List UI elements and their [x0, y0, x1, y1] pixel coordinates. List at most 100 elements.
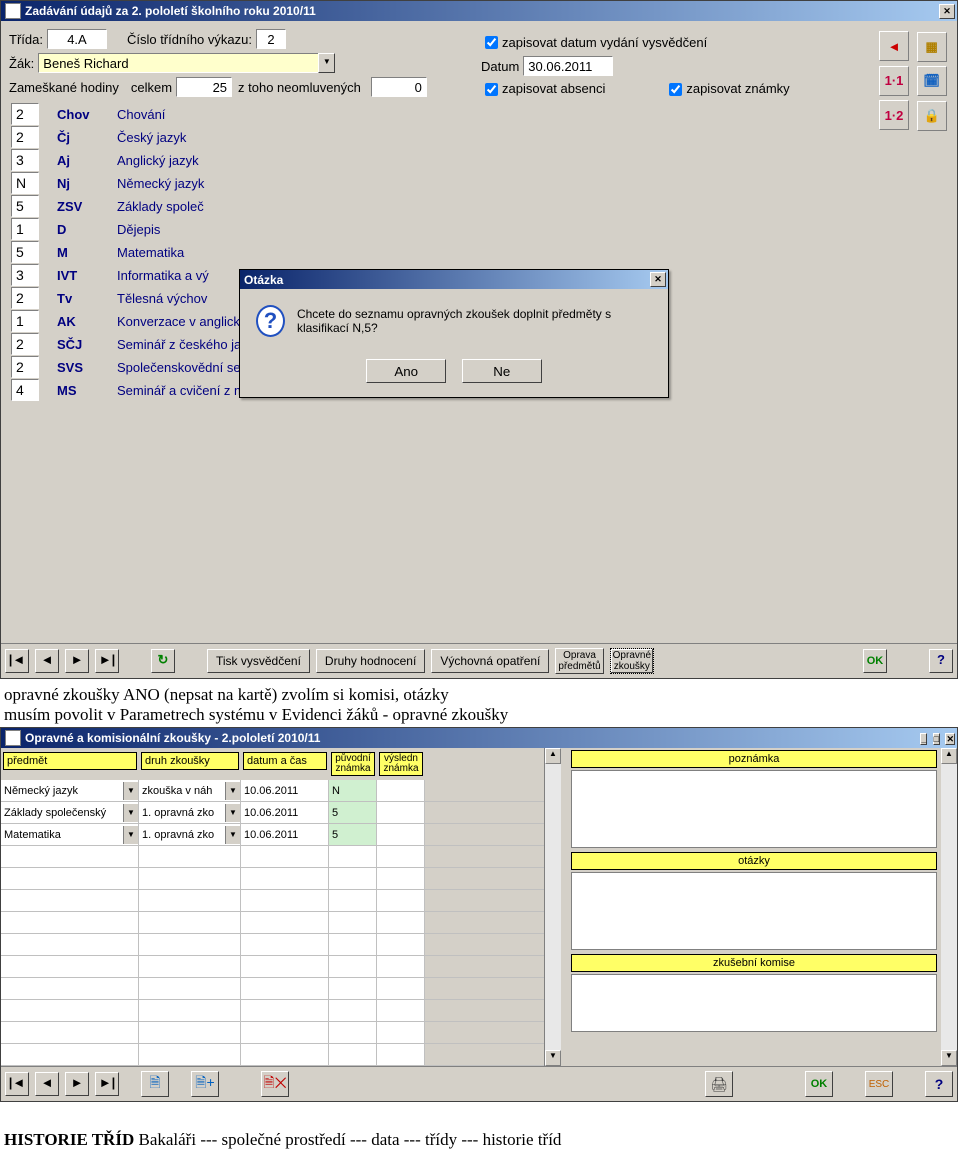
close-icon[interactable]: ✕ — [939, 4, 955, 19]
grade-input[interactable] — [11, 126, 39, 148]
educational-measures-button[interactable]: Výchovná opatření — [431, 649, 549, 673]
subject-name: Německý jazyk — [117, 176, 204, 191]
grade-input[interactable] — [11, 264, 39, 286]
chevron-down-icon[interactable]: ▼ — [123, 782, 138, 800]
nav-next-icon[interactable]: ► — [65, 649, 89, 673]
subject-code: Čj — [57, 130, 117, 145]
absence-unexcused-field[interactable] — [371, 77, 427, 97]
no-button[interactable]: Ne — [462, 359, 542, 383]
correction-exams-button[interactable]: Opravné zkoušky — [610, 648, 654, 674]
chevron-down-icon[interactable]: ▼ — [225, 782, 240, 800]
grade-input[interactable] — [11, 241, 39, 263]
scrollbar[interactable]: ▲ ▼ — [545, 748, 561, 1066]
mode-12-button[interactable]: 1·2 — [879, 100, 909, 130]
minimize-icon[interactable]: _ — [920, 733, 927, 745]
esc-button[interactable]: ESC — [865, 1071, 893, 1097]
tool-a-icon[interactable]: 🗎 — [141, 1071, 169, 1097]
subject-code: Tv — [57, 291, 117, 306]
original-grade-cell: 5 — [329, 824, 377, 845]
absence-total-field[interactable] — [176, 77, 232, 97]
subject-combo[interactable]: Matematika▼ — [1, 826, 138, 844]
subject-name: Informatika a vý — [117, 268, 209, 283]
write-date-label: zapisovat datum vydání vysvědčení — [502, 35, 707, 50]
chevron-down-icon[interactable]: ▼ — [225, 804, 240, 822]
subject-code: M — [57, 245, 117, 260]
ok-button[interactable]: OK — [863, 649, 887, 673]
write-absence-checkbox[interactable] — [485, 83, 498, 96]
refresh-icon[interactable]: ↻ — [151, 649, 175, 673]
grade-input[interactable] — [11, 287, 39, 309]
scroll-up-icon[interactable]: ▲ — [941, 748, 957, 764]
questions-area[interactable] — [571, 872, 937, 950]
nav-first-icon[interactable]: |◄ — [5, 649, 29, 673]
print-report-button[interactable]: Tisk vysvědčení — [207, 649, 310, 673]
nav-prev-icon[interactable]: ◄ — [35, 649, 59, 673]
tool-left-icon[interactable]: ◄ — [879, 31, 909, 61]
nav-first-icon[interactable]: |◄ — [5, 1072, 29, 1096]
nav-last-icon[interactable]: ►| — [95, 1072, 119, 1096]
grade-input[interactable] — [11, 310, 39, 332]
chevron-down-icon[interactable]: ▼ — [123, 804, 138, 822]
subject-code: ZSV — [57, 199, 117, 214]
student-field[interactable] — [38, 53, 318, 73]
class-field[interactable] — [47, 29, 107, 49]
exam-type-combo[interactable]: 1. opravná zko▼ — [139, 804, 240, 822]
grade-types-button[interactable]: Druhy hodnocení — [316, 649, 425, 673]
nav-last-icon[interactable]: ►| — [95, 649, 119, 673]
maximize-icon[interactable]: □ — [933, 733, 940, 745]
write-grades-checkbox[interactable] — [669, 83, 682, 96]
subject-row: MMatematika — [5, 241, 953, 263]
scroll-down-icon[interactable]: ▼ — [941, 1050, 957, 1066]
date-field[interactable] — [523, 56, 613, 76]
absence-label: Zameškané hodiny — [9, 80, 119, 95]
yes-button[interactable]: Ano — [366, 359, 446, 383]
exam-type-combo[interactable]: 1. opravná zko▼ — [139, 826, 240, 844]
student-dropdown[interactable]: ▼ — [38, 53, 335, 73]
lock-icon[interactable]: 🔒 — [917, 101, 947, 131]
grade-input[interactable] — [11, 356, 39, 378]
grade-input[interactable] — [11, 218, 39, 240]
chevron-down-icon[interactable]: ▼ — [123, 826, 138, 844]
subject-combo[interactable]: Základy společenský▼ — [1, 804, 138, 822]
close-icon[interactable]: ✕ — [945, 733, 955, 745]
print-icon[interactable]: 🖨 — [705, 1071, 733, 1097]
mode-11-button[interactable]: 1·1 — [879, 66, 909, 96]
grade-input[interactable] — [11, 103, 39, 125]
report-number-field[interactable] — [256, 29, 286, 49]
nav-prev-icon[interactable]: ◄ — [35, 1072, 59, 1096]
subject-correction-button[interactable]: Oprava předmětů — [555, 648, 603, 674]
scroll-down-icon[interactable]: ▼ — [545, 1050, 561, 1066]
tool-calendar-icon[interactable]: 🗓 — [917, 66, 947, 96]
absence-total-label: celkem — [131, 80, 172, 95]
note-area[interactable] — [571, 770, 937, 848]
nav-next-icon[interactable]: ► — [65, 1072, 89, 1096]
grade-input[interactable] — [11, 333, 39, 355]
scrollbar-right[interactable]: ▲ ▼ — [941, 748, 957, 1066]
scroll-up-icon[interactable]: ▲ — [545, 748, 561, 764]
subject-combo[interactable]: Německý jazyk▼ — [1, 782, 138, 800]
result-grade-cell[interactable] — [377, 824, 425, 845]
commission-area[interactable] — [571, 974, 937, 1032]
help-button[interactable]: ? — [929, 649, 953, 673]
grade-input[interactable] — [11, 195, 39, 217]
ok-button[interactable]: OK — [805, 1071, 833, 1097]
grade-input[interactable] — [11, 379, 39, 401]
chevron-down-icon[interactable]: ▼ — [225, 826, 240, 844]
add-icon[interactable]: 🗎+ — [191, 1071, 219, 1097]
tool-grid-icon[interactable]: ▦ — [917, 32, 947, 62]
header-note: poznámka — [571, 750, 937, 768]
help-button[interactable]: ? — [925, 1071, 953, 1097]
write-date-checkbox[interactable] — [485, 36, 498, 49]
header-questions: otázky — [571, 852, 937, 870]
grade-input[interactable] — [11, 172, 39, 194]
chevron-down-icon[interactable]: ▼ — [318, 53, 335, 73]
date-cell[interactable]: 10.06.2011 — [241, 824, 329, 845]
grade-input[interactable] — [11, 149, 39, 171]
result-grade-cell[interactable] — [377, 780, 425, 801]
dialog-close-icon[interactable]: ✕ — [650, 272, 666, 287]
exam-type-combo[interactable]: zkouška v náh▼ — [139, 782, 240, 800]
delete-icon[interactable]: 🗎✕ — [261, 1071, 289, 1097]
date-cell[interactable]: 10.06.2011 — [241, 780, 329, 801]
date-cell[interactable]: 10.06.2011 — [241, 802, 329, 823]
result-grade-cell[interactable] — [377, 802, 425, 823]
